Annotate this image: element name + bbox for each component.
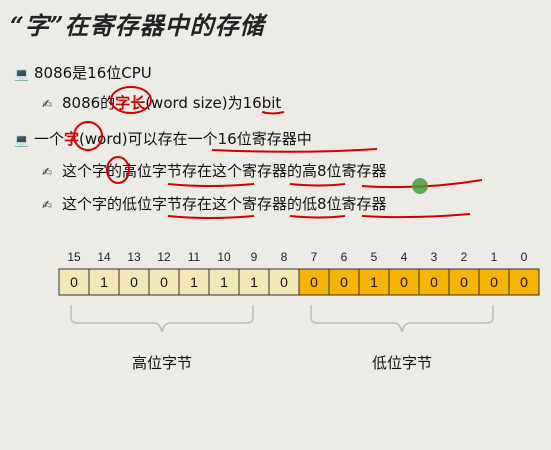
- bit-number: 12: [157, 250, 171, 264]
- high-byte-label: 高位字节: [132, 354, 192, 372]
- bit-value: 1: [370, 274, 378, 290]
- high-byte-brace: [70, 305, 254, 333]
- bit-number: 0: [521, 250, 528, 264]
- bit-value: 1: [250, 274, 258, 290]
- bit-value: 0: [340, 274, 348, 290]
- bit-value: 0: [70, 274, 78, 290]
- bit-number: 10: [217, 250, 231, 264]
- bit-number: 2: [461, 250, 468, 264]
- bit-number: 9: [251, 250, 258, 264]
- bit-value: 1: [190, 274, 198, 290]
- pen-annotations: [73, 86, 483, 219]
- register-bits: 01511401301211111019080706150403020100: [58, 250, 540, 296]
- bit-value: 0: [430, 274, 438, 290]
- bit-value: 0: [520, 274, 528, 290]
- bit-value: 0: [130, 274, 138, 290]
- underline-16bit: [261, 111, 285, 115]
- bit-value: 0: [460, 274, 468, 290]
- bit-number: 5: [371, 250, 378, 264]
- bit-value: 0: [280, 274, 288, 290]
- bit-number: 13: [127, 250, 141, 264]
- bit-number: 15: [67, 250, 81, 264]
- bit-value: 1: [220, 274, 228, 290]
- underline-register: [211, 148, 378, 153]
- bit-number: 3: [431, 250, 438, 264]
- bit-value: 1: [100, 274, 108, 290]
- underline-low-reg: [289, 215, 346, 219]
- bit-number: 1: [491, 250, 498, 264]
- slide: “字”在寄存器中的存储 💻 8086是16位CPU ✍ 8086的字长(word s…: [0, 0, 551, 450]
- bit-number: 7: [311, 250, 318, 264]
- bit-number: 14: [97, 250, 111, 264]
- underline-high: [167, 183, 255, 187]
- low-byte-brace: [310, 305, 494, 333]
- bit-value: 0: [490, 274, 498, 290]
- bit-value: 0: [400, 274, 408, 290]
- circle-word: [73, 121, 103, 151]
- register-diagram: 01511401301211111019080706150403020100 高…: [58, 86, 540, 372]
- cursor-pointer-dot: [412, 178, 428, 194]
- low-byte-label: 低位字节: [372, 354, 432, 372]
- underline-low: [167, 215, 255, 219]
- circle-word-length: [110, 86, 152, 114]
- bit-value: 0: [310, 274, 318, 290]
- underline-low-8: [361, 213, 471, 219]
- bit-number: 8: [281, 250, 288, 264]
- bit-number: 4: [401, 250, 408, 264]
- circle-zi: [106, 156, 130, 184]
- bit-number: 11: [188, 250, 201, 264]
- bit-value: 0: [160, 274, 168, 290]
- underline-high-reg: [289, 183, 346, 187]
- bit-number: 6: [341, 250, 348, 264]
